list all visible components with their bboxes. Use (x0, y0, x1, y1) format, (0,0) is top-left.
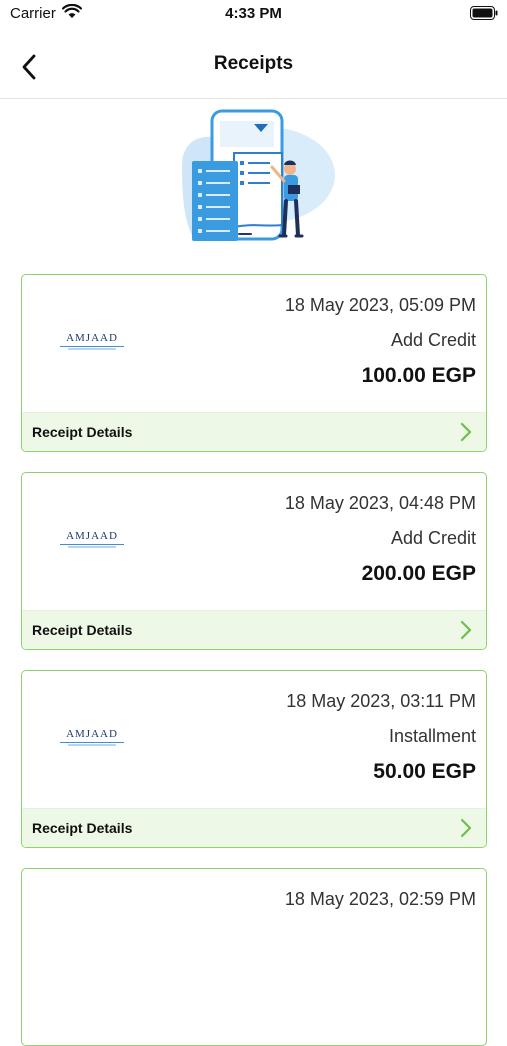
chevron-right-icon (460, 818, 472, 838)
receipt-amount: 100.00 EGP (361, 364, 476, 387)
amjaad-logo: AMJAAD (60, 728, 124, 748)
receipt-date: 18 May 2023, 03:11 PM (286, 691, 476, 711)
receipt-type: Installment (388, 726, 476, 746)
receipt-card[interactable]: AMJAAD 18 May 2023, 03:11 PM Installment… (21, 670, 487, 848)
receipt-amount: 50.00 EGP (373, 760, 476, 783)
chevron-right-icon (460, 422, 472, 442)
receipt-amount: 200.00 EGP (361, 562, 476, 585)
receipt-details-button[interactable]: Receipt Details (22, 610, 486, 649)
receipt-details-label: Receipt Details (32, 622, 133, 638)
receipt-details-label: Receipt Details (32, 424, 133, 440)
receipt-details-button[interactable]: Receipt Details (22, 412, 486, 451)
receipt-details-button[interactable]: Receipt Details (22, 808, 486, 847)
clock: 4:33 PM (225, 5, 282, 22)
receipt-card[interactable]: AMJAAD 18 May 2023, 04:48 PM Add Credit … (21, 472, 487, 650)
receipt-date: 18 May 2023, 05:09 PM (284, 295, 476, 315)
battery-icon (470, 6, 498, 25)
receipt-card[interactable]: 18 May 2023, 02:59 PM (21, 868, 487, 1046)
receipt-type: Add Credit (390, 528, 476, 548)
receipt-card[interactable]: AMJAAD 18 May 2023, 05:09 PM Add Credit … (21, 274, 487, 452)
amjaad-logo: AMJAAD (60, 530, 124, 550)
navigation-bar: Receipts (0, 38, 507, 99)
status-bar: Carrier 4:33 PM (0, 0, 507, 30)
amjaad-logo: AMJAAD (60, 332, 124, 352)
receipt-date: 18 May 2023, 04:48 PM (284, 493, 476, 513)
page-title: Receipts (213, 53, 294, 74)
receipt-type: Add Credit (390, 330, 476, 350)
receipt-details-label: Receipt Details (32, 820, 133, 836)
chevron-right-icon (460, 620, 472, 640)
receipts-illustration (172, 105, 337, 250)
